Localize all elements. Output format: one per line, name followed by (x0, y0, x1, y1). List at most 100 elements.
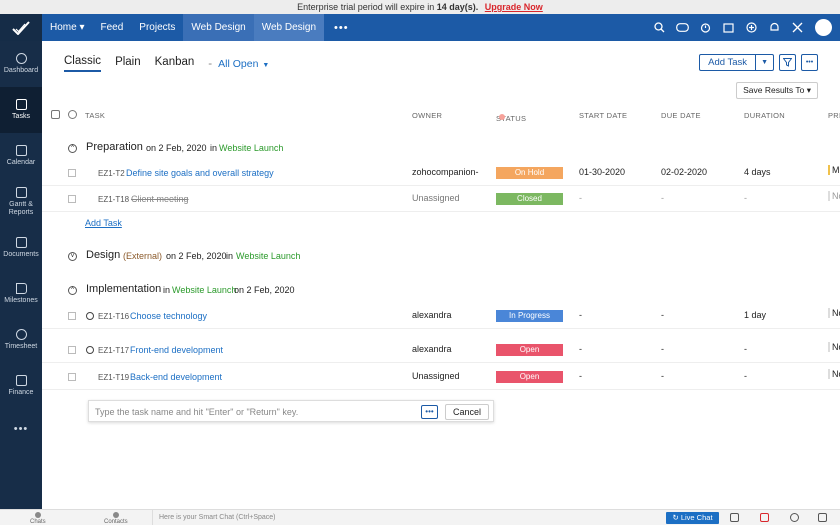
group-milestone[interactable]: Website Launch (219, 143, 283, 153)
task-owner[interactable]: Unassigned (412, 371, 460, 381)
priority[interactable]: No (828, 342, 840, 352)
row-checkbox[interactable] (68, 312, 76, 320)
status-badge[interactable]: In Progress (496, 310, 563, 322)
task-owner[interactable]: Unassigned (412, 193, 460, 203)
gamepad-icon[interactable] (671, 14, 694, 41)
help-icon[interactable] (790, 513, 799, 522)
nav-feed[interactable]: Feed (93, 14, 132, 41)
search-icon[interactable] (648, 14, 671, 41)
task-name[interactable]: Front-end development (130, 345, 223, 355)
task-owner[interactable]: alexandra (412, 344, 452, 354)
sidebar-more-button[interactable]: ••• (0, 409, 42, 435)
status-badge[interactable]: Open (496, 371, 563, 383)
smart-chat-input[interactable]: Here is your Smart Chat (Ctrl+Space) (152, 510, 276, 525)
nav-project-web-design[interactable]: Web Design (183, 14, 254, 41)
duration[interactable]: 4 days (744, 167, 771, 177)
task-name[interactable]: Choose technology (130, 311, 207, 321)
tools-icon[interactable] (786, 14, 809, 41)
due-date[interactable]: 02-02-2020 (661, 167, 707, 177)
nav-projects[interactable]: Projects (131, 14, 183, 41)
save-results-dropdown[interactable]: Save Results To ▾ (736, 82, 818, 99)
view-kanban[interactable]: Kanban (155, 56, 195, 71)
upgrade-now-link[interactable]: Upgrade Now (485, 2, 543, 12)
nav-tab-web-design[interactable]: Web Design (253, 14, 325, 41)
start-date[interactable]: - (579, 310, 582, 320)
row-checkbox[interactable] (68, 346, 76, 354)
start-date[interactable]: - (579, 193, 582, 203)
task-owner[interactable]: zohocompanion- (412, 167, 479, 177)
due-date[interactable]: - (661, 371, 664, 381)
due-date[interactable]: - (661, 344, 664, 354)
sidebar-item-dashboard[interactable]: Dashboard (0, 41, 42, 87)
live-chat-button[interactable]: ↻ Live Chat (666, 512, 719, 524)
sidebar-item-calendar[interactable]: Calendar (0, 133, 42, 179)
collapse-icon[interactable]: ^ (68, 144, 77, 153)
timer-icon[interactable] (694, 14, 717, 41)
calendar-icon[interactable] (717, 14, 740, 41)
add-task-button[interactable]: Add Task ▼ (699, 54, 774, 71)
status-badge[interactable]: Open (496, 344, 563, 356)
table-row[interactable]: EZ1-T16 Choose technology alexandra In P… (42, 304, 840, 329)
sidebar-item-gantt-reports[interactable]: Gantt & Reports (0, 179, 42, 225)
nav-home[interactable]: Home ▾ (42, 14, 93, 41)
sidebar-item-tasks[interactable]: Tasks (0, 87, 42, 133)
contacts-button[interactable]: Contacts (104, 512, 128, 525)
row-checkbox[interactable] (68, 169, 76, 177)
view-classic[interactable]: Classic (64, 55, 102, 72)
clipboard-icon[interactable] (818, 513, 827, 522)
more-options-button[interactable]: ••• (421, 405, 438, 419)
column-task[interactable]: TASK (85, 111, 105, 120)
bell-icon[interactable] (763, 14, 786, 41)
table-row[interactable]: EZ1-T18 Client meeting Unassigned Closed… (42, 187, 840, 212)
sort-icon[interactable] (68, 110, 77, 119)
nav-more-button[interactable]: ••• (324, 22, 359, 34)
task-name[interactable]: Client meeting (131, 194, 189, 204)
column-owner[interactable]: OWNER (412, 111, 442, 120)
column-priority[interactable]: PRI (828, 111, 840, 120)
sidebar-item-milestones[interactable]: Milestones (0, 271, 42, 317)
task-name-input[interactable] (95, 404, 415, 420)
announcement-icon[interactable] (760, 513, 769, 522)
cancel-button[interactable]: Cancel (445, 404, 489, 420)
priority[interactable]: No (828, 191, 840, 201)
more-options-button[interactable]: ••• (801, 54, 818, 71)
grid-icon[interactable] (730, 513, 739, 522)
table-row[interactable]: EZ1-T2 Define site goals and overall str… (42, 161, 840, 186)
chevron-down-icon[interactable]: ▼ (755, 55, 773, 70)
chats-button[interactable]: Chats (30, 512, 46, 525)
user-avatar[interactable] (815, 19, 832, 36)
row-checkbox[interactable] (68, 373, 76, 381)
duration[interactable]: - (744, 371, 747, 381)
table-row[interactable]: EZ1-T19 Back-end development Unassigned … (42, 365, 840, 390)
task-name[interactable]: Back-end development (130, 372, 222, 382)
column-due-date[interactable]: DUE DATE (661, 111, 701, 120)
duration[interactable]: - (744, 344, 747, 354)
column-duration[interactable]: DURATION (744, 111, 785, 120)
due-date[interactable]: - (661, 310, 664, 320)
table-row[interactable]: EZ1-T17 Front-end development alexandra … (42, 338, 840, 363)
status-badge[interactable]: On Hold (496, 167, 563, 179)
group-milestone[interactable]: Website Launch (236, 251, 300, 261)
task-owner[interactable]: alexandra (412, 310, 452, 320)
priority[interactable]: No (828, 369, 840, 379)
filter-dropdown[interactable]: All Open ▼ (218, 58, 269, 70)
group-milestone[interactable]: Website Launch (172, 285, 236, 295)
collapse-icon[interactable]: ^ (68, 286, 77, 295)
start-date[interactable]: - (579, 344, 582, 354)
sidebar-item-documents[interactable]: Documents (0, 225, 42, 271)
column-settings-icon[interactable] (51, 110, 60, 119)
task-name[interactable]: Define site goals and overall strategy (126, 168, 274, 178)
start-date[interactable]: - (579, 371, 582, 381)
column-start-date[interactable]: START DATE (579, 111, 627, 120)
sidebar-item-finance[interactable]: Finance (0, 363, 42, 409)
app-logo[interactable] (0, 14, 42, 41)
add-task-link[interactable]: Add Task (85, 218, 122, 228)
due-date[interactable]: - (661, 193, 664, 203)
view-plain[interactable]: Plain (115, 56, 141, 71)
duration[interactable]: - (744, 193, 747, 203)
start-date[interactable]: 01-30-2020 (579, 167, 625, 177)
status-badge[interactable]: Closed (496, 193, 563, 205)
row-checkbox[interactable] (68, 195, 76, 203)
priority[interactable]: M (828, 165, 840, 175)
duration[interactable]: 1 day (744, 310, 766, 320)
